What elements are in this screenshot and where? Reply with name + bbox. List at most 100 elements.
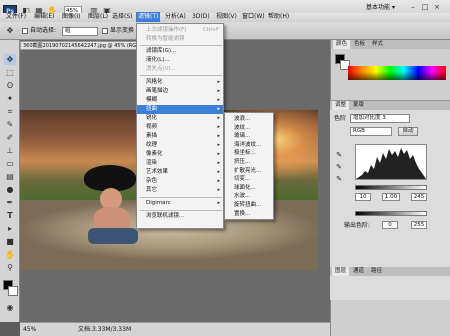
- close-icon[interactable]: ×: [432, 2, 442, 12]
- input-gamma-field[interactable]: 1.00: [382, 193, 400, 201]
- filter-menu-item[interactable]: 其它 ▸: [137, 186, 223, 195]
- filter-menu-item[interactable]: 素描 ▸: [137, 132, 223, 141]
- move-tool-preset-icon[interactable]: ✥: [4, 25, 16, 37]
- submenu-arrow-icon: ▸: [217, 79, 220, 85]
- menu-view[interactable]: 视图(V): [214, 12, 239, 22]
- tab-styles[interactable]: 样式: [369, 40, 386, 49]
- filter-menu-item[interactable]: 画笔描边 ▸: [137, 87, 223, 96]
- input-white-field[interactable]: 245: [411, 193, 427, 201]
- distort-menu-item[interactable]: 切变...: [225, 175, 273, 184]
- tab-layers[interactable]: 图层: [332, 267, 350, 276]
- magic-wand-tool-icon[interactable]: ✦: [4, 93, 16, 104]
- submenu-arrow-icon: ▸: [217, 124, 220, 130]
- output-white-field[interactable]: 255: [411, 221, 427, 229]
- path-selection-tool-icon[interactable]: ▸: [4, 223, 16, 234]
- filter-menu-item[interactable]: 转换为智能滤镜: [137, 35, 223, 44]
- color-spectrum[interactable]: [348, 66, 446, 80]
- crop-tool-icon[interactable]: ⌗: [4, 106, 16, 117]
- input-levels-slider[interactable]: [355, 185, 427, 190]
- document-tab[interactable]: 360截图20190702145642247.jpg @ 45% (RGB/8): [20, 41, 138, 50]
- distort-menu-item[interactable]: 扩散亮光...: [225, 167, 273, 176]
- menu-help[interactable]: 帮助(H): [266, 12, 291, 22]
- auto-button[interactable]: 自动: [398, 127, 418, 136]
- filter-menu-item[interactable]: 锐化 ▸: [137, 114, 223, 123]
- filter-menu-item[interactable]: 像素化 ▸: [137, 150, 223, 159]
- menu-filter[interactable]: 滤镜(T): [136, 12, 161, 22]
- dodge-tool-icon[interactable]: ●: [4, 184, 16, 195]
- filter-menu-item[interactable]: 视频 ▸: [137, 123, 223, 132]
- tab-paths[interactable]: 路径: [368, 267, 385, 276]
- channel-dropdown[interactable]: RGB: [350, 127, 392, 136]
- output-black-field[interactable]: 0: [382, 221, 398, 229]
- distort-menu-item[interactable]: 极坐标...: [225, 149, 273, 158]
- distort-menu-item[interactable]: 波纹...: [225, 124, 273, 133]
- menu-analysis[interactable]: 分析(A): [163, 12, 188, 22]
- filter-menu-item[interactable]: 模糊 ▸: [137, 96, 223, 105]
- distort-menu-item[interactable]: 水波...: [225, 192, 273, 201]
- filter-menu-item[interactable]: 渲染 ▸: [137, 159, 223, 168]
- filter-menu-item[interactable]: 艺术效果 ▸: [137, 168, 223, 177]
- menu-edit[interactable]: 编辑(E): [32, 12, 56, 22]
- tab-channels[interactable]: 通道: [350, 267, 367, 276]
- hand-tool-icon[interactable]: ✋: [4, 249, 16, 260]
- filter-menu-item[interactable]: 扭曲 ▸: [137, 105, 223, 114]
- distort-menu-item[interactable]: 球面化...: [225, 184, 273, 193]
- quick-mask-icon[interactable]: ◉: [4, 302, 16, 313]
- menu-file[interactable]: 文件(F): [4, 12, 28, 22]
- filter-menu-item[interactable]: 滤镜库(G)...: [137, 47, 223, 56]
- white-point-eyedropper-icon[interactable]: ✎: [334, 174, 344, 184]
- distort-menu-item[interactable]: 玻璃...: [225, 132, 273, 141]
- tab-masks[interactable]: 蒙版: [350, 101, 367, 110]
- filter-menu-item-label: 锐化: [146, 115, 158, 121]
- show-transform-checkbox[interactable]: [102, 28, 108, 34]
- lasso-tool-icon[interactable]: ʘ: [4, 80, 16, 91]
- menu-window[interactable]: 窗口(W): [240, 12, 267, 22]
- filter-menu-item[interactable]: 浏览联机滤镜...: [137, 212, 223, 221]
- move-tool-icon[interactable]: ✥: [4, 54, 16, 65]
- menu-select[interactable]: 选择(S): [110, 12, 135, 22]
- status-zoom[interactable]: 45%: [23, 323, 36, 336]
- output-levels-slider[interactable]: [355, 211, 427, 216]
- brush-tool-icon[interactable]: ✐: [4, 132, 16, 143]
- type-tool-icon[interactable]: T: [4, 210, 16, 221]
- filter-menu-item[interactable]: Digimarc ▸: [137, 199, 223, 208]
- levels-preset-dropdown[interactable]: 增加对比度 3: [350, 114, 410, 123]
- tab-color[interactable]: 颜色: [333, 40, 351, 49]
- filter-menu-item[interactable]: 杂色 ▸: [137, 177, 223, 186]
- gray-point-eyedropper-icon[interactable]: ✎: [334, 162, 344, 172]
- filter-menu-item[interactable]: 上次滤镜操作(F) Ctrl+F: [137, 26, 223, 35]
- menu-3d[interactable]: 3D(D): [190, 12, 212, 22]
- filter-menu-item[interactable]: 风格化 ▸: [137, 78, 223, 87]
- tab-adjustments[interactable]: 调整: [332, 101, 350, 110]
- auto-select-dropdown[interactable]: 组: [62, 27, 98, 36]
- zoom-tool-icon[interactable]: ⚲: [4, 262, 16, 273]
- menu-image[interactable]: 图像(I): [60, 12, 82, 22]
- maximize-icon[interactable]: □: [420, 2, 430, 12]
- black-point-eyedropper-icon[interactable]: ✎: [334, 150, 344, 160]
- menu-layer[interactable]: 图层(L): [86, 12, 110, 22]
- distort-menu-item[interactable]: 波浪...: [225, 115, 273, 124]
- menu-separator: [140, 197, 222, 198]
- stamp-tool-icon[interactable]: ⊥: [4, 145, 16, 156]
- toolbox: ✥ ⬚ ʘ ✦ ⌗ ✎ ✐ ⊥ ▭ ▤ ● ✒ T ▸ ■ ✋ ⚲ ◉: [0, 40, 20, 322]
- tab-swatches[interactable]: 色板: [351, 40, 368, 49]
- marquee-tool-icon[interactable]: ⬚: [4, 67, 16, 78]
- workspace-label: 基本功能: [366, 4, 391, 11]
- auto-select-checkbox[interactable]: [22, 28, 28, 34]
- shape-tool-icon[interactable]: ■: [4, 236, 16, 247]
- distort-menu-item[interactable]: 挤压...: [225, 158, 273, 167]
- eyedropper-tool-icon[interactable]: ✎: [4, 119, 16, 130]
- workspace-switcher[interactable]: 基本功能 ▾: [366, 3, 395, 13]
- gradient-tool-icon[interactable]: ▤: [4, 171, 16, 182]
- filter-menu-item[interactable]: 纹理 ▸: [137, 141, 223, 150]
- distort-menu-item[interactable]: 置换...: [225, 210, 273, 219]
- eraser-tool-icon[interactable]: ▭: [4, 158, 16, 169]
- input-black-field[interactable]: 10: [355, 193, 371, 201]
- pen-tool-icon[interactable]: ✒: [4, 197, 16, 208]
- distort-menu-item[interactable]: 海洋波纹...: [225, 141, 273, 150]
- filter-menu-item[interactable]: 消失点(V)...: [137, 65, 223, 74]
- filter-menu-item[interactable]: 液化(L)...: [137, 56, 223, 65]
- minimize-icon[interactable]: –: [408, 2, 418, 12]
- distort-menu-item[interactable]: 旋转扭曲...: [225, 201, 273, 210]
- background-color-swatch[interactable]: [8, 286, 18, 296]
